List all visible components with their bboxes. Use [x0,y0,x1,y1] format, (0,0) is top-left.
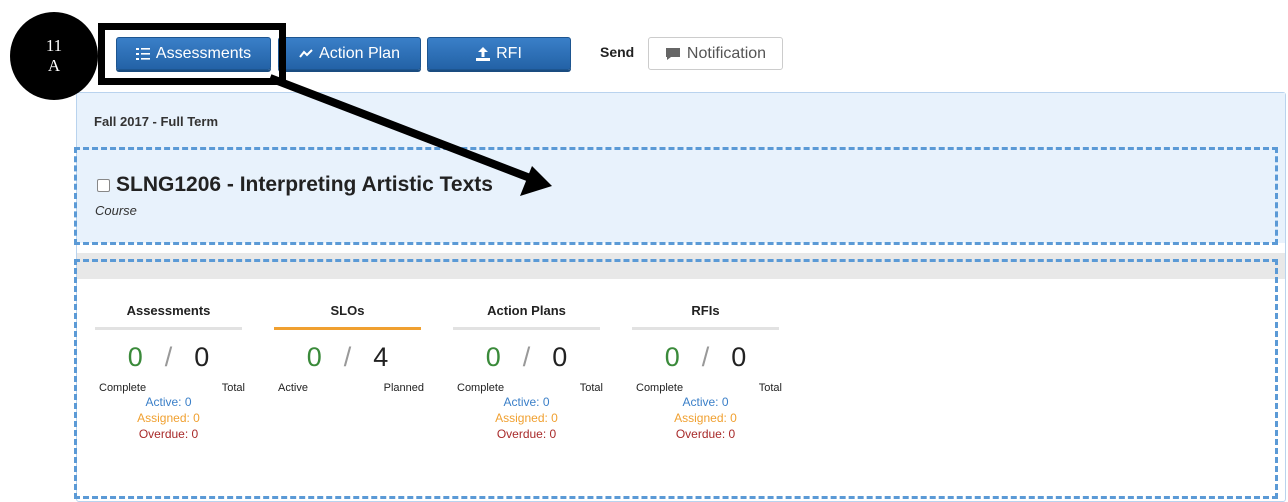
stat-left-label: Active [278,382,308,394]
stat-right-label: Total [221,382,245,394]
stat-assigned: Assigned: 0 [495,411,558,425]
term-label: Fall 2017 - Full Term [94,114,219,129]
stat-right-label: Total [579,382,603,394]
stat-right-label: Planned [383,382,424,394]
stat-left-count: 0 [127,341,143,372]
stat-right-count: 0 [731,341,747,372]
course-title-text: SLNG1206 - Interpreting Artistic Texts [116,173,493,196]
notification-button[interactable]: Notification [648,37,783,70]
rfi-button[interactable]: RFI [427,37,571,70]
stat-right-label: Total [758,382,782,394]
rfi-button-label: RFI [496,44,522,62]
comment-icon [665,47,680,60]
stat-count-labels: Active Planned [274,382,424,394]
stat-tab-underline [632,327,779,330]
stat-assigned: Assigned: 0 [137,411,200,425]
stat-tab-underline [274,327,421,330]
stat-slash: / [343,341,352,372]
stat-slash: / [164,341,173,372]
notification-button-label: Notification [686,44,767,62]
stat-left-label: Complete [636,382,684,394]
stat-counts: 0 / 4 [274,340,421,374]
stat-title: Action Plans [487,303,566,318]
stat-counts: 0 / 0 [632,340,779,374]
stat-counts: 0 / 0 [453,340,600,374]
term-header: Fall 2017 - Full Term [77,93,1285,151]
stat-count-labels: Complete Total [632,382,782,394]
stat-right-count: 0 [552,341,568,372]
chart-line-icon [299,48,313,58]
stat-overdue: Overdue: 0 [496,427,557,441]
step-letter: A [47,56,61,75]
stat-left-label: Complete [99,382,147,394]
stat-rfis[interactable]: RFIs 0 / 0 Complete Total Active: 0 Assi… [632,303,782,442]
stat-slash: / [701,341,710,372]
stat-action-plans[interactable]: Action Plans 0 / 0 Complete Total Active… [453,303,603,442]
course-header [77,151,1285,243]
step-number: 11 [45,36,63,55]
stat-count-labels: Complete Total [95,382,245,394]
stat-tab-underline [95,327,242,330]
stat-tab-underline [453,327,600,330]
stat-left-count: 0 [664,341,680,372]
action-plan-button-label: Action Plan [319,44,400,62]
stat-overdue: Overdue: 0 [675,427,736,441]
send-label: Send [600,44,635,60]
section-divider [77,253,1285,279]
stat-assigned: Assigned: 0 [674,411,737,425]
stat-counts: 0 / 0 [95,340,242,374]
stat-overdue: Overdue: 0 [138,427,199,441]
stat-left-count: 0 [485,341,501,372]
stat-right-count: 0 [194,341,210,372]
stat-left-count: 0 [306,341,322,372]
stat-slos[interactable]: SLOs 0 / 4 Active Planned [274,303,424,394]
action-plan-button[interactable]: Action Plan [278,37,421,70]
stat-active: Active: 0 [145,395,192,409]
step-badge: 11 A [10,12,98,100]
course-title: SLNG1206 - Interpreting Artistic Texts [97,173,493,197]
course-checkbox[interactable] [97,178,110,192]
stat-right-count: 4 [373,341,389,372]
highlight-box [98,23,286,85]
stat-title: SLOs [330,303,365,318]
stat-slash: / [522,341,531,372]
course-panel: Fall 2017 - Full Term SLNG1206 - Interpr… [76,92,1286,502]
stat-left-label: Complete [457,382,505,394]
stat-active: Active: 0 [682,395,729,409]
upload-icon [476,46,491,61]
stat-title: Assessments [126,303,211,318]
stat-title: RFIs [691,303,720,318]
course-type: Course [95,203,137,218]
stat-active: Active: 0 [503,395,550,409]
stat-count-labels: Complete Total [453,382,603,394]
stat-assessments[interactable]: Assessments 0 / 0 Complete Total Active:… [95,303,245,442]
